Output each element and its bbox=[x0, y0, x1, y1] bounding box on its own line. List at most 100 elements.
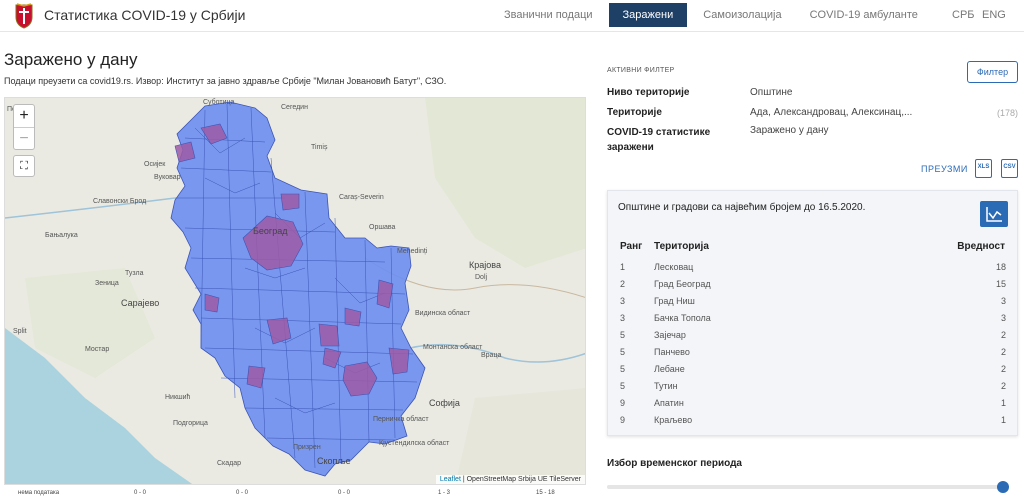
value-cell: 18 bbox=[995, 262, 1006, 272]
table-row: 5 Зајечар 2 bbox=[608, 327, 1018, 344]
map-label: Осијек bbox=[144, 161, 166, 168]
table-row: 9 Апатин 1 bbox=[608, 395, 1018, 412]
rank-cell: 3 bbox=[620, 313, 626, 323]
map-label: Монтанска област bbox=[423, 344, 483, 351]
map-label: Тузла bbox=[125, 270, 144, 277]
col-value: Вредност bbox=[957, 241, 1005, 252]
app-title: Статистика COVID-19 у Србији bbox=[44, 7, 246, 23]
map-label: Суботица bbox=[203, 99, 235, 106]
value-cell: 3 bbox=[1000, 313, 1006, 323]
table-row: 2 Град Београд 15 bbox=[608, 276, 1018, 293]
table-row: 3 Бачка Топола 3 bbox=[608, 310, 1018, 327]
attribution-text: | OpenStreetMap Srbija UE TileServer bbox=[460, 476, 581, 483]
legend-item: 0 - 0 bbox=[134, 490, 147, 496]
map-label: Split bbox=[13, 328, 27, 335]
legend-item: 0 - 0 bbox=[236, 490, 249, 496]
filter-value-territories: Ада, Александровац, Алексинац,... bbox=[750, 107, 913, 118]
map-label: Софија bbox=[429, 398, 460, 408]
legend-item: нема података bbox=[18, 490, 60, 496]
territory-cell: Град Ниш bbox=[654, 296, 695, 306]
col-territory: Територија bbox=[654, 241, 709, 252]
ranking-card: Општине и градови са највећим бројем до … bbox=[607, 190, 1018, 436]
serbia-coat-of-arms-icon bbox=[15, 3, 33, 29]
rank-cell: 5 bbox=[620, 381, 626, 391]
rank-cell: 9 bbox=[620, 415, 626, 425]
download-xls-icon[interactable]: XLS bbox=[975, 159, 992, 178]
table-row: 3 Град Ниш 3 bbox=[608, 293, 1018, 310]
page-title: Заражено у дану bbox=[4, 50, 138, 69]
legend-item: 15 - 18 bbox=[536, 490, 555, 496]
table-row: 5 Тутин 2 bbox=[608, 378, 1018, 395]
map-label: Оршава bbox=[369, 224, 396, 231]
map-label: Видинска област bbox=[415, 310, 471, 317]
map-label: Сегедин bbox=[281, 104, 308, 111]
filter-button[interactable]: Филтер bbox=[967, 61, 1018, 83]
territory-cell: Тутин bbox=[654, 381, 678, 391]
value-cell: 2 bbox=[1000, 347, 1006, 357]
data-source-note: Подаци преузети са covid19.rs. Извор: Ин… bbox=[4, 76, 447, 86]
rank-cell: 5 bbox=[620, 347, 626, 357]
nav-official-data[interactable]: Званични подаци bbox=[490, 3, 607, 27]
value-cell: 15 bbox=[995, 279, 1006, 289]
territory-cell: Град Београд bbox=[654, 279, 711, 289]
leaflet-link[interactable]: Leaflet bbox=[440, 476, 461, 483]
map-label: Београд bbox=[253, 226, 288, 236]
lang-serbian[interactable]: СРБ bbox=[952, 9, 975, 21]
zoom-out-button[interactable]: − bbox=[14, 127, 34, 149]
territory-cell: Панчево bbox=[654, 347, 690, 357]
value-cell: 2 bbox=[1000, 330, 1006, 340]
territory-cell: Лебане bbox=[654, 364, 685, 374]
map-label: Вуковар bbox=[154, 174, 181, 181]
period-slider[interactable] bbox=[607, 480, 1009, 494]
nav-infected[interactable]: Заражени bbox=[608, 3, 688, 27]
filter-label-statistics: COVID-19 статистике заражени bbox=[607, 127, 711, 153]
terrain-area bbox=[425, 98, 585, 268]
territory-cell: Краљево bbox=[654, 415, 693, 425]
map-label: Кјустендилска област bbox=[379, 440, 450, 447]
map-label: Бањалука bbox=[45, 232, 78, 239]
period-title: Избор временског периода bbox=[607, 458, 742, 469]
terrain-area bbox=[455, 388, 585, 484]
table-row: 9 Краљево 1 bbox=[608, 412, 1018, 429]
map-label: Славонски Брод bbox=[93, 198, 147, 205]
filter-label-territory-level: Ниво територије bbox=[607, 87, 690, 98]
top-bar: Статистика COVID-19 у Србији Званични по… bbox=[0, 0, 1024, 32]
slider-track[interactable] bbox=[607, 485, 1007, 489]
col-rank: Ранг bbox=[620, 241, 643, 252]
river bbox=[5, 197, 176, 219]
territory-cell: Зајечар bbox=[654, 330, 686, 340]
choropleth-map[interactable]: Печуј Суботица Сегедин Timiș Caraș-Sever… bbox=[4, 97, 586, 485]
ranking-title: Општине и градови са највећим бројем до … bbox=[618, 202, 866, 213]
filter-value-territory-level: Општине bbox=[750, 87, 793, 98]
download-csv-icon[interactable]: CSV bbox=[1001, 159, 1018, 178]
map-label: Зеница bbox=[95, 280, 119, 287]
zoom-control: + − bbox=[13, 104, 35, 150]
map-label: Скопље bbox=[317, 456, 351, 466]
zoom-in-button[interactable]: + bbox=[14, 105, 34, 127]
map-label: Подгорица bbox=[173, 420, 208, 427]
slider-handle[interactable] bbox=[997, 481, 1009, 493]
map-label: Перничка област bbox=[373, 416, 429, 423]
map-label: Dolj bbox=[475, 274, 488, 281]
nav-covid-clinics[interactable]: COVID-19 амбуланте bbox=[796, 3, 932, 27]
map-label: Крајова bbox=[469, 260, 501, 270]
legend-item: 0 - 0 bbox=[338, 490, 351, 496]
rank-cell: 5 bbox=[620, 330, 626, 340]
value-cell: 2 bbox=[1000, 364, 1006, 374]
territory-count: (178) bbox=[997, 108, 1019, 118]
map-label: Враца bbox=[481, 352, 502, 359]
main-nav: Званични подаци Заражени Самоизолација C… bbox=[490, 3, 932, 27]
fullscreen-icon[interactable]: ⛶ bbox=[13, 155, 35, 177]
chart-icon[interactable] bbox=[980, 201, 1008, 227]
rank-cell: 2 bbox=[620, 279, 626, 289]
map-label: Призрен bbox=[293, 444, 321, 451]
map-label: Сарајево bbox=[121, 298, 160, 308]
map-label: Caraș-Severin bbox=[339, 194, 384, 201]
value-cell: 2 bbox=[1000, 381, 1006, 391]
filter-label-territories: Територије bbox=[607, 107, 662, 118]
territory-cell: Апатин bbox=[654, 398, 684, 408]
nav-self-isolation[interactable]: Самоизолација bbox=[689, 3, 795, 27]
lang-english[interactable]: ENG bbox=[982, 9, 1006, 21]
rank-cell: 3 bbox=[620, 296, 626, 306]
value-cell: 1 bbox=[1000, 415, 1006, 425]
